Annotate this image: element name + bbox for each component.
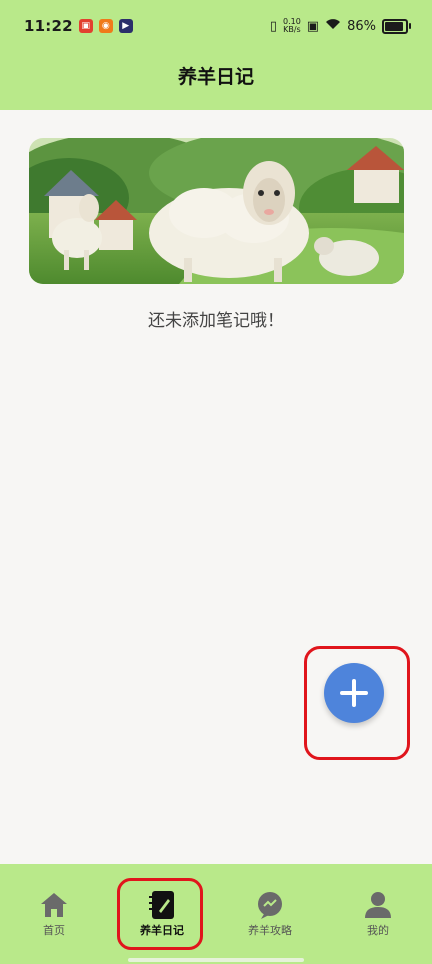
- bottom-nav: 首页 养羊日记 养羊攻略 我的: [0, 864, 432, 964]
- app-notification-icon: ▣: [78, 19, 93, 33]
- nav-profile-label: 我的: [367, 924, 389, 937]
- person-icon: [363, 890, 393, 920]
- battery-percent: 86%: [347, 18, 376, 34]
- network-speed: 0.10 KB/s: [283, 18, 301, 34]
- battery-icon: [382, 18, 411, 34]
- chat-icon: [255, 890, 285, 920]
- wifi-icon: [325, 18, 341, 34]
- add-note-button[interactable]: [324, 663, 384, 723]
- status-time: 11:22: [24, 17, 73, 35]
- status-bar: 11:22 ▣ ◉ ▶ ▯ 0.10 KB/s ▣ 86%: [0, 0, 432, 52]
- status-right: ▯ 0.10 KB/s ▣ 86%: [269, 18, 411, 34]
- nav-guide-label: 养羊攻略: [248, 924, 292, 937]
- app-notification-icon: ▶: [118, 19, 133, 33]
- nav-diary-highlight: [117, 878, 203, 950]
- banner-image: [29, 138, 404, 284]
- empty-notes-message: 还未添加笔记哦！: [148, 311, 284, 331]
- nav-home[interactable]: 首页: [0, 864, 108, 964]
- home-indicator: [128, 958, 304, 962]
- home-icon: [39, 890, 69, 920]
- plus-icon: [340, 679, 368, 707]
- network-speed-unit: KB/s: [283, 25, 301, 34]
- nav-home-label: 首页: [43, 924, 65, 937]
- sim-icon: ▣: [306, 18, 320, 34]
- app-notification-icon: ◉: [98, 19, 113, 33]
- header-bar: 11:22 ▣ ◉ ▶ ▯ 0.10 KB/s ▣ 86% 养羊日记: [0, 0, 432, 110]
- status-left: 11:22 ▣ ◉ ▶: [24, 17, 133, 35]
- vibrate-icon: ▯: [269, 18, 277, 34]
- nav-profile[interactable]: 我的: [324, 864, 432, 964]
- nav-guide[interactable]: 养羊攻略: [216, 864, 324, 964]
- page-title: 养羊日记: [177, 66, 254, 88]
